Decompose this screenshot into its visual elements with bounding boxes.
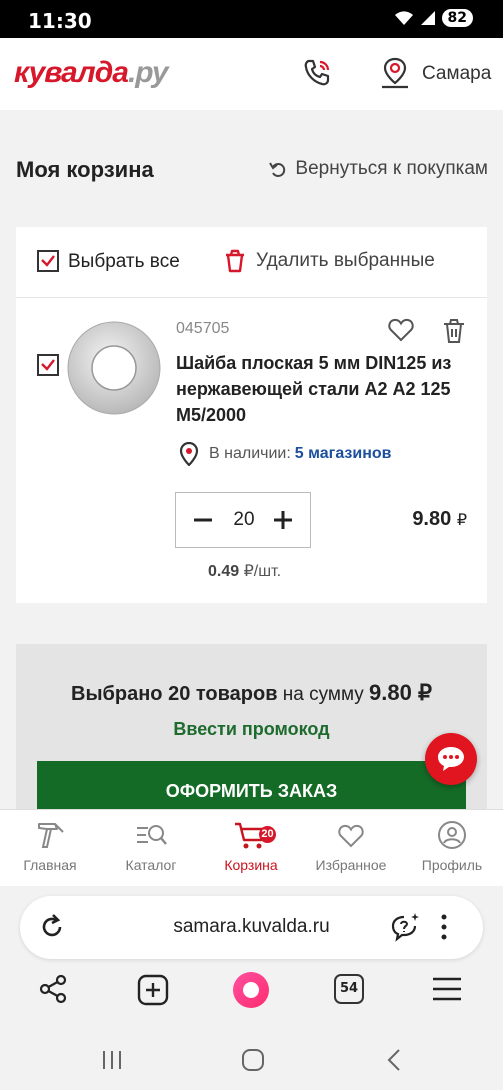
nav-home-label: Главная [23, 857, 77, 873]
cart-card: Выбрать все Удалить выбранные 045705 Шай… [16, 227, 487, 603]
on-sum-label: на сумму [282, 684, 364, 705]
nav-cart[interactable]: 20 Корзина [201, 820, 301, 873]
promo-code-link[interactable]: Ввести промокод [16, 719, 487, 740]
back-icon[interactable] [384, 1047, 404, 1073]
chat-button[interactable] [425, 733, 477, 785]
home-icon[interactable] [240, 1047, 266, 1073]
selected-count: Выбрано 20 товаров [71, 683, 278, 705]
tabs-count-button[interactable]: 54 [334, 974, 364, 1004]
back-to-shopping-link[interactable]: Вернуться к покупкам [267, 158, 488, 180]
logo-suffix: .ру [127, 56, 169, 89]
hammer-icon [38, 823, 64, 848]
back-link-label: Вернуться к покупкам [295, 158, 488, 179]
phone-icon[interactable] [302, 58, 332, 88]
nav-favorites-label: Избранное [315, 857, 387, 873]
address-bar[interactable]: samara.kuvalda.ru [20, 896, 483, 959]
status-time: 11:30 [28, 9, 92, 33]
app-header: кувалда.ру Самара [0, 38, 503, 110]
new-tab-icon[interactable] [137, 974, 169, 1006]
nav-home[interactable]: Главная [0, 820, 100, 873]
title-row: Моя корзина Вернуться к покупкам [16, 152, 488, 192]
status-bar: 11:30 82 [0, 0, 503, 38]
more-vert-icon[interactable] [440, 913, 448, 941]
logo-main: кувалда [14, 56, 129, 89]
nav-favorites[interactable]: Избранное [301, 820, 401, 873]
heart-icon [338, 824, 364, 848]
location-icon[interactable] [378, 56, 412, 90]
summary-line: Выбрано 20 товаров на сумму 9.80 ₽ [16, 680, 487, 706]
cart-item: 045705 Шайба плоская 5 мм DIN125 из нерж… [16, 298, 487, 603]
nav-profile-label: Профиль [421, 857, 483, 873]
order-summary: Выбрано 20 товаров на сумму 9.80 ₽ Ввест… [16, 644, 487, 817]
alice-assistant-icon[interactable] [233, 972, 269, 1008]
ai-assistant-icon[interactable] [390, 912, 422, 942]
checkmark-icon [41, 359, 55, 371]
item-total-price: 9.80 ₽ [412, 508, 467, 531]
availability: В наличии: 5 магазинов [179, 442, 391, 466]
heart-icon[interactable] [388, 318, 414, 342]
quantity-stepper: 20 [175, 492, 311, 548]
unit-price-value: 0.49 [208, 563, 240, 580]
nav-catalog-label: Каталог [125, 857, 177, 873]
page-title: Моя корзина [16, 157, 154, 182]
item-total-currency: ₽ [456, 512, 467, 529]
item-total-value: 9.80 [412, 508, 452, 530]
share-icon[interactable] [38, 974, 68, 1004]
menu-icon[interactable] [431, 974, 463, 1004]
availability-label: В наличии: [209, 445, 291, 462]
trash-red-icon [226, 249, 244, 273]
nav-catalog[interactable]: Каталог [101, 820, 201, 873]
delete-selected-button[interactable]: Удалить выбранные [222, 248, 435, 274]
map-pin-icon [179, 442, 199, 466]
battery-indicator: 82 [441, 9, 473, 27]
nav-cart-label: Корзина [224, 857, 278, 873]
checkmark-icon [41, 255, 55, 267]
select-all-checkbox[interactable] [37, 250, 59, 272]
catalog-search-icon [137, 825, 167, 845]
system-navigation [0, 1036, 503, 1090]
plus-icon[interactable] [270, 507, 296, 533]
unit-price: 0.49 ₽/шт. [208, 561, 281, 581]
signal-icon [420, 11, 435, 25]
chat-bubble-icon [438, 747, 464, 771]
delete-selected-label: Удалить выбранные [256, 250, 435, 271]
nav-profile[interactable]: Профиль [402, 820, 502, 873]
undo-arrow-icon [269, 162, 286, 177]
browser-toolbar: 54 [0, 972, 503, 1020]
item-sku: 045705 [176, 320, 230, 337]
wifi-icon [394, 11, 413, 25]
site-logo[interactable]: кувалда.ру [14, 56, 169, 90]
recent-apps-icon[interactable] [100, 1048, 124, 1072]
item-title[interactable]: Шайба плоская 5 мм DIN125 из нержавеющей… [176, 350, 466, 428]
select-row: Выбрать все Удалить выбранные [16, 227, 487, 298]
product-image-washer[interactable] [66, 320, 162, 416]
item-checkbox[interactable] [37, 354, 59, 376]
city-selector[interactable]: Самара [422, 63, 491, 85]
bottom-nav: Главная Каталог 20 Корзина Избранное Про… [0, 809, 503, 886]
unit-price-suffix: ₽/шт. [243, 563, 282, 580]
trash-icon[interactable] [442, 318, 466, 344]
availability-stores-link[interactable]: 5 магазинов [295, 445, 392, 463]
profile-icon [438, 821, 466, 849]
status-icons: 82 [394, 9, 473, 27]
summary-sum: 9.80 ₽ [369, 680, 432, 705]
browser-chrome: samara.kuvalda.ru 54 [0, 886, 503, 1090]
cart-badge: 20 [259, 826, 276, 843]
select-all-label[interactable]: Выбрать все [68, 251, 180, 273]
